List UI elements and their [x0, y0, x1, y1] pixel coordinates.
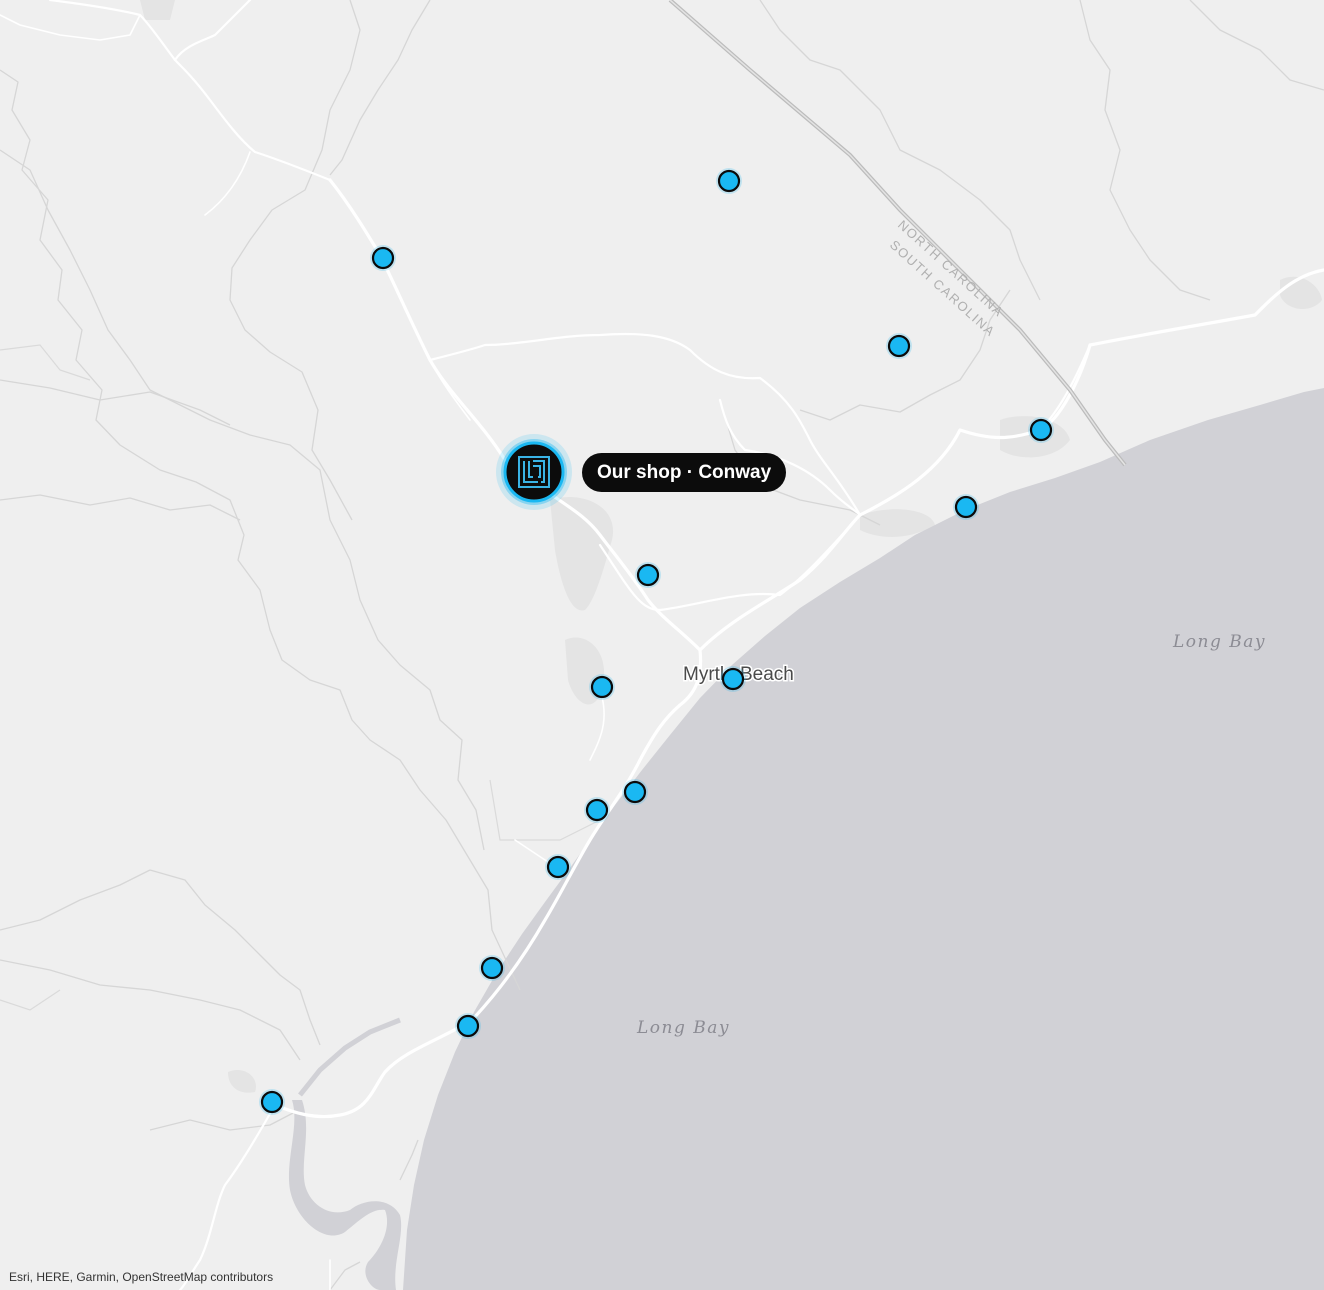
- shop-marker[interactable]: [496, 434, 572, 510]
- location-marker[interactable]: [589, 674, 615, 700]
- location-marker[interactable]: [370, 245, 396, 271]
- location-marker[interactable]: [886, 333, 912, 359]
- water-label-long-bay-east: Long Bay: [1172, 632, 1266, 652]
- location-marker[interactable]: [545, 854, 571, 880]
- water-label-long-bay-south: Long Bay: [636, 1018, 730, 1038]
- location-marker[interactable]: [622, 779, 648, 805]
- location-marker[interactable]: [635, 562, 661, 588]
- location-marker[interactable]: [479, 955, 505, 981]
- location-marker[interactable]: [716, 168, 742, 194]
- location-marker[interactable]: [584, 797, 610, 823]
- location-marker[interactable]: [259, 1089, 285, 1115]
- location-marker[interactable]: [455, 1013, 481, 1039]
- location-marker[interactable]: [953, 494, 979, 520]
- location-marker[interactable]: [720, 666, 746, 692]
- shop-label[interactable]: Our shop · Conway: [582, 453, 787, 492]
- map-attribution: Esri, HERE, Garmin, OpenStreetMap contri…: [9, 1270, 274, 1284]
- basemap[interactable]: NORTH CAROLINA SOUTH CAROLINA Myrtle Bea…: [0, 0, 1324, 1290]
- location-marker[interactable]: [1028, 417, 1054, 443]
